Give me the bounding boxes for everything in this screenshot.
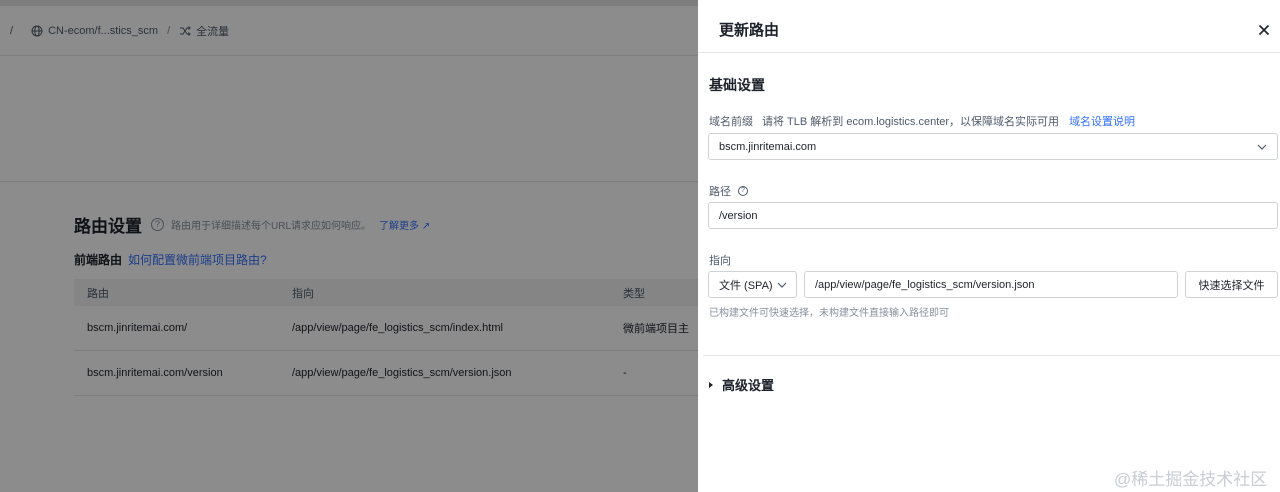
caret-right-icon: [709, 381, 713, 388]
target-path-input[interactable]: /app/view/page/fe_logistics_scm/version.…: [804, 271, 1178, 298]
drawer-header: 更新路由: [698, 0, 1280, 53]
update-route-drawer: 更新路由 基础设置 域名前缀 请将 TLB 解析到 ecom.logistics…: [698, 0, 1280, 492]
domain-prefix-value: bscm.jinritemai.com: [719, 140, 817, 153]
quick-select-file-button[interactable]: 快速选择文件: [1185, 271, 1278, 298]
drawer-title: 更新路由: [719, 22, 780, 39]
chevron-down-icon: [777, 282, 787, 288]
watermark: @稀土掘金技术社区: [1114, 470, 1268, 489]
target-label: 指向: [709, 255, 731, 267]
question-circle-icon[interactable]: ?: [738, 186, 748, 196]
target-help-text: 已构建文件可快速选择，未构建文件直接输入路径即可: [709, 308, 949, 319]
path-value: /version: [719, 209, 758, 222]
close-icon[interactable]: [1258, 24, 1270, 36]
domain-settings-help-link[interactable]: 域名设置说明: [1069, 113, 1135, 129]
path-input[interactable]: /version: [708, 202, 1278, 229]
domain-prefix-label: 域名前缀: [709, 116, 753, 128]
domain-prefix-select[interactable]: bscm.jinritemai.com: [708, 133, 1278, 160]
chevron-down-icon: [1257, 144, 1267, 150]
target-path-value: /app/view/page/fe_logistics_scm/version.…: [815, 278, 1035, 291]
domain-prefix-label-row: 域名前缀 请将 TLB 解析到 ecom.logistics.center，以保…: [709, 113, 1135, 129]
domain-prefix-hint: 请将 TLB 解析到 ecom.logistics.center，以保障域名实际…: [762, 116, 1060, 128]
path-label-row: 路径 ?: [709, 183, 748, 199]
advanced-settings-title: 高级设置: [722, 378, 775, 393]
advanced-settings-toggle[interactable]: 高级设置: [709, 375, 774, 394]
target-label-row: 指向: [709, 252, 731, 268]
target-type-select[interactable]: 文件 (SPA): [708, 271, 797, 298]
path-label: 路径: [709, 186, 731, 198]
divider: [703, 355, 1280, 356]
basic-settings-title: 基础设置: [709, 77, 765, 93]
modal-mask[interactable]: [0, 0, 698, 492]
target-type-value: 文件 (SPA): [719, 279, 773, 292]
